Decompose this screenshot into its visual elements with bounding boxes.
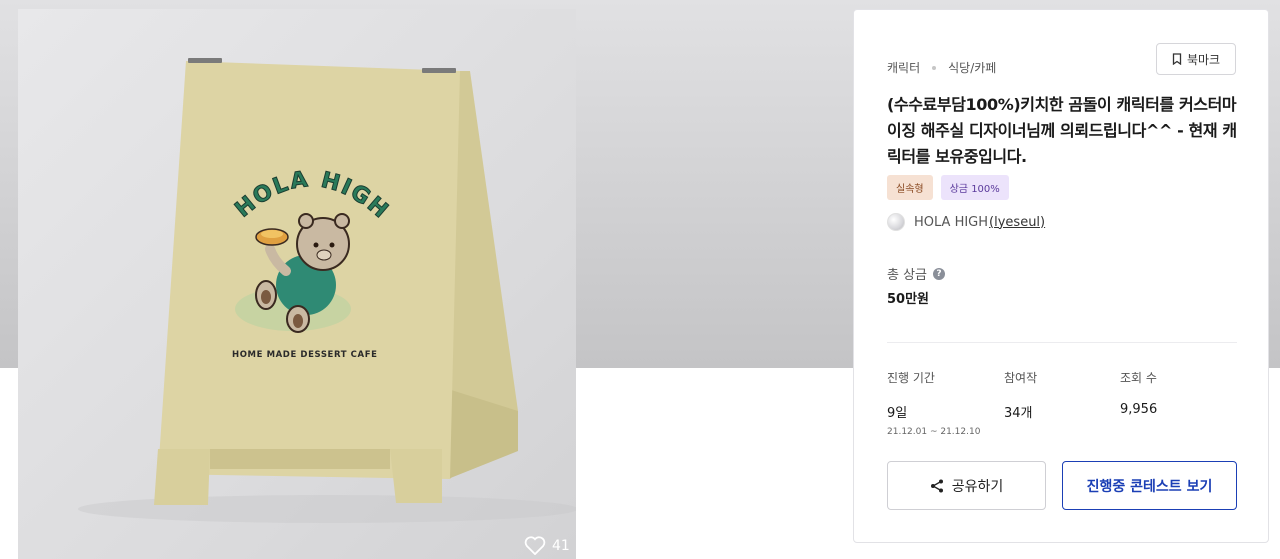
stat-label: 참여작 (1004, 371, 1038, 385)
host-id-link[interactable]: (lyeseul) (989, 215, 1045, 230)
avatar (887, 213, 905, 231)
stat-entries: 참여작 34개 (1004, 369, 1037, 421)
total-prize-text: 총 상금 (887, 268, 928, 283)
host-info[interactable]: HOLA HIGH (lyeseul) (887, 213, 1045, 231)
host-name: HOLA HIGH (914, 214, 989, 230)
stat-value: 9,956 (1120, 402, 1158, 417)
badge-row: 실속형 상금 100% (887, 175, 1009, 200)
sign-subtitle: HOME MADE DESSERT CAFE (232, 350, 378, 360)
stat-label: 조회 수 (1120, 371, 1157, 385)
stat-date-range: 21.12.01 ~ 21.12.10 (887, 427, 981, 437)
badge-value-type: 실속형 (887, 175, 933, 200)
a-frame-sign-illustration: HOLA HIGH HOME MADE DESSERT CAFE (78, 58, 576, 523)
hero-image: HOLA HIGH HOME MADE DESSERT CAFE 41 (18, 9, 576, 559)
stat-views: 조회 수 9,956 (1120, 369, 1157, 417)
badge-prize-full: 상금 100% (940, 175, 1009, 200)
separator-dot (932, 65, 937, 70)
total-prize-label: 총 상금 ? (887, 264, 946, 283)
like-count: 41 (552, 537, 570, 554)
heart-icon (524, 536, 546, 555)
view-contest-label: 진행중 콘테스트 보기 (1086, 478, 1213, 495)
divider (887, 342, 1237, 343)
help-icon[interactable]: ? (933, 267, 946, 280)
share-label: 공유하기 (951, 478, 1004, 495)
stat-value: 34개 (1004, 406, 1033, 421)
share-button[interactable]: 공유하기 (887, 461, 1046, 510)
category-item[interactable]: 식당/카페 (948, 59, 996, 76)
contest-info-panel: 캐릭터 식당/카페 북마크 (수수료부담100%)키치한 곰돌이 캐릭터를 커스… (853, 9, 1269, 543)
view-ongoing-contest-button[interactable]: 진행중 콘테스트 보기 (1062, 461, 1237, 510)
category-item[interactable]: 캐릭터 (887, 59, 920, 76)
bookmark-icon (1172, 53, 1182, 65)
contest-title: (수수료부담100%)키치한 곰돌이 캐릭터를 커스터마이징 해주실 디자이너님… (887, 95, 1237, 166)
total-prize-value: 50만원 (887, 292, 930, 307)
like-button[interactable]: 41 (524, 536, 570, 555)
bookmark-button[interactable]: 북마크 (1156, 43, 1236, 75)
stat-value: 9일 (887, 406, 908, 421)
bookmark-label: 북마크 (1186, 52, 1221, 67)
stat-duration: 진행 기간 9일 21.12.01 ~ 21.12.10 (887, 369, 980, 437)
share-icon (930, 479, 943, 492)
stat-label: 진행 기간 (887, 371, 935, 385)
category-breadcrumb: 캐릭터 식당/카페 (887, 59, 996, 76)
